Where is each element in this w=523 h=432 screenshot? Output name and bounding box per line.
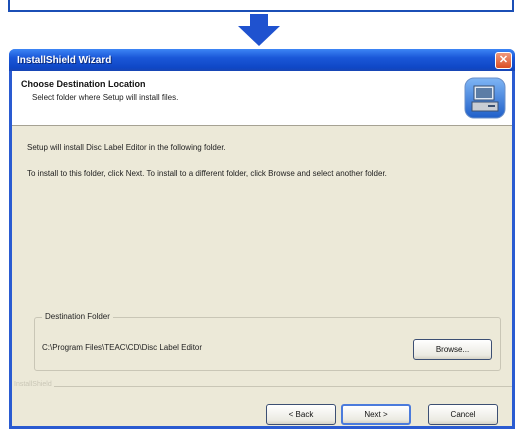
destination-path: C:\Program Files\TEAC\CD\Disc Label Edit…: [42, 343, 203, 352]
page-title: Choose Destination Location: [21, 79, 146, 89]
destination-folder-label: Destination Folder: [42, 312, 113, 321]
previous-dialog-edge: [8, 0, 514, 12]
install-instructions-text: To install to this folder, click Next. T…: [27, 169, 387, 178]
browse-button[interactable]: Browse...: [413, 339, 492, 360]
wizard-header: Choose Destination Location Select folde…: [12, 71, 512, 126]
window-title: InstallShield Wizard: [17, 54, 112, 66]
next-button[interactable]: Next >: [341, 404, 411, 425]
page-subtitle: Select folder where Setup will install f…: [32, 93, 179, 102]
computer-install-icon: [464, 77, 506, 119]
back-button[interactable]: < Back: [266, 404, 336, 425]
cancel-button[interactable]: Cancel: [428, 404, 498, 425]
footer-divider: [54, 386, 512, 387]
install-info-text: Setup will install Disc Label Editor in …: [27, 143, 226, 152]
installshield-brand: InstallShield: [14, 381, 52, 388]
down-arrow-icon: [238, 14, 280, 46]
installshield-window: InstallShield Wizard ✕ Choose Destinatio…: [9, 49, 515, 429]
close-button[interactable]: ✕: [495, 52, 512, 69]
title-bar[interactable]: InstallShield Wizard ✕: [9, 49, 515, 71]
